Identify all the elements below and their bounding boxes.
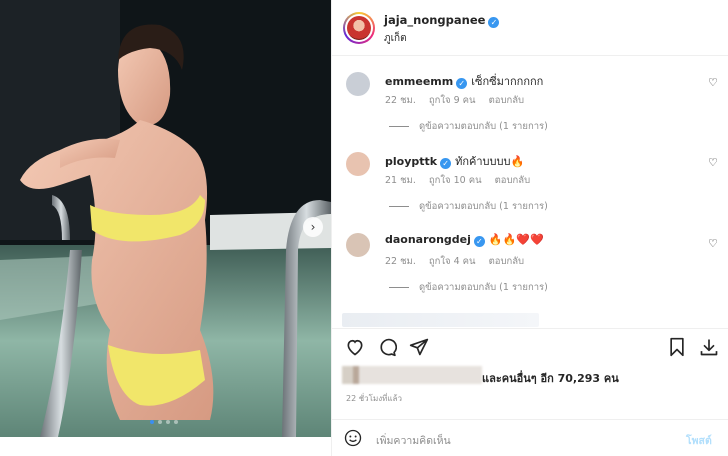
comment-composer: เพิ่มความคิดเห็น โพสต์ [332,419,728,456]
post-location[interactable]: ภูเก็ต [384,31,407,46]
pagination-dot [166,420,170,424]
comment-like-count[interactable]: ถูกใจ 4 คน [429,256,476,267]
verified-badge-icon: ✓ [456,78,468,89]
commenter-avatar[interactable] [346,152,370,176]
likes-summary[interactable]: และคนอื่นๆ อีก 70,293 คน [342,366,722,386]
verified-badge-icon: ✓ [488,17,500,28]
pool-photo-illustration [0,0,331,437]
comment-like-count[interactable]: ถูกใจ 9 คน [429,95,476,106]
download-icon[interactable] [698,336,720,358]
comment-text: 🔥🔥❤️❤️ [488,233,544,246]
replies-divider [389,287,409,288]
replies-divider [389,126,409,127]
comment-body: daonarongdej ✓ 🔥🔥❤️❤️ [385,233,544,247]
view-replies-button[interactable]: ดูข้อความตอบกลับ (1 รายการ) [389,280,548,295]
view-replies-button[interactable]: ดูข้อความตอบกลับ (1 รายการ) [389,119,548,134]
comment-reply-button[interactable]: ตอบกลับ [489,256,525,267]
comment-age: 21 ชม. [385,175,416,186]
author-username[interactable]: jaja_nongpanee ✓ [384,13,500,28]
commenter-username[interactable]: emmeemm [385,75,453,88]
heart-icon[interactable]: ♡ [708,237,718,250]
comment-meta: 21 ชม. ถูกใจ 10 คน ตอบกลับ [385,173,540,188]
comment-text: ทักค้าบบบบ🔥 [455,155,525,168]
commenter-avatar[interactable] [346,233,370,257]
commenter-username[interactable]: daonarongdej [385,233,471,246]
heart-icon[interactable]: ♡ [708,156,718,169]
comment-reply-button[interactable]: ตอบกลับ [495,175,531,186]
comment-input[interactable]: เพิ่มความคิดเห็น [376,432,451,449]
heart-icon[interactable]: ♡ [708,76,718,89]
author-avatar[interactable] [343,12,375,44]
comment-age: 22 ชม. [385,256,416,267]
post-header: jaja_nongpanee ✓ ภูเก็ต [332,0,728,56]
post-side-panel: jaja_nongpanee ✓ ภูเก็ต emmeemm ✓ เซ็กซี่มา… [331,0,728,456]
comment-meta: 22 ชม. ถูกใจ 4 คน ตอบกลับ [385,254,534,269]
loading-comments-placeholder [342,313,539,327]
verified-badge-icon: ✓ [473,236,485,247]
post-actions [332,328,728,364]
pagination-dot [174,420,178,424]
post-photo[interactable]: › [0,0,331,437]
comment-age: 22 ชม. [385,95,416,106]
view-replies-button[interactable]: ดูข้อความตอบกลับ (1 รายการ) [389,199,548,214]
post-comment-button[interactable]: โพสต์ [686,432,712,449]
pagination-dot [158,420,162,424]
verified-badge-icon: ✓ [440,158,452,169]
photo-pagination [150,420,178,424]
pagination-dot [150,420,154,424]
share-paper-plane-icon[interactable] [408,336,430,358]
comment-text: เซ็กซี่มากกกกก [471,75,544,88]
bookmark-icon[interactable] [666,336,688,358]
replies-divider [389,206,409,207]
next-photo-button[interactable]: › [303,217,323,237]
comment-body: ploypttk ✓ ทักค้าบบบบ🔥 [385,152,524,170]
chevron-right-icon: › [310,220,316,234]
comment-like-count[interactable]: ถูกใจ 10 คน [429,175,482,186]
comment-reply-button[interactable]: ตอบกลับ [489,95,525,106]
likes-count-text[interactable]: และคนอื่นๆ อีก 70,293 คน [482,369,619,387]
comment-bubble-icon[interactable] [376,336,398,358]
comment-meta: 22 ชม. ถูกใจ 9 คน ตอบกลับ [385,93,534,108]
blurred-likers [342,366,482,384]
commenter-username[interactable]: ploypttk [385,155,437,168]
commenter-avatar[interactable] [346,72,370,96]
post-timestamp[interactable]: 22 ชั่วโมงที่แล้ว [346,392,402,405]
emoji-smiley-icon[interactable] [344,429,362,447]
photo-bottom-gap [0,437,331,456]
comment-body: emmeemm ✓ เซ็กซี่มากกกกก [385,72,543,90]
like-heart-icon[interactable] [344,336,366,358]
